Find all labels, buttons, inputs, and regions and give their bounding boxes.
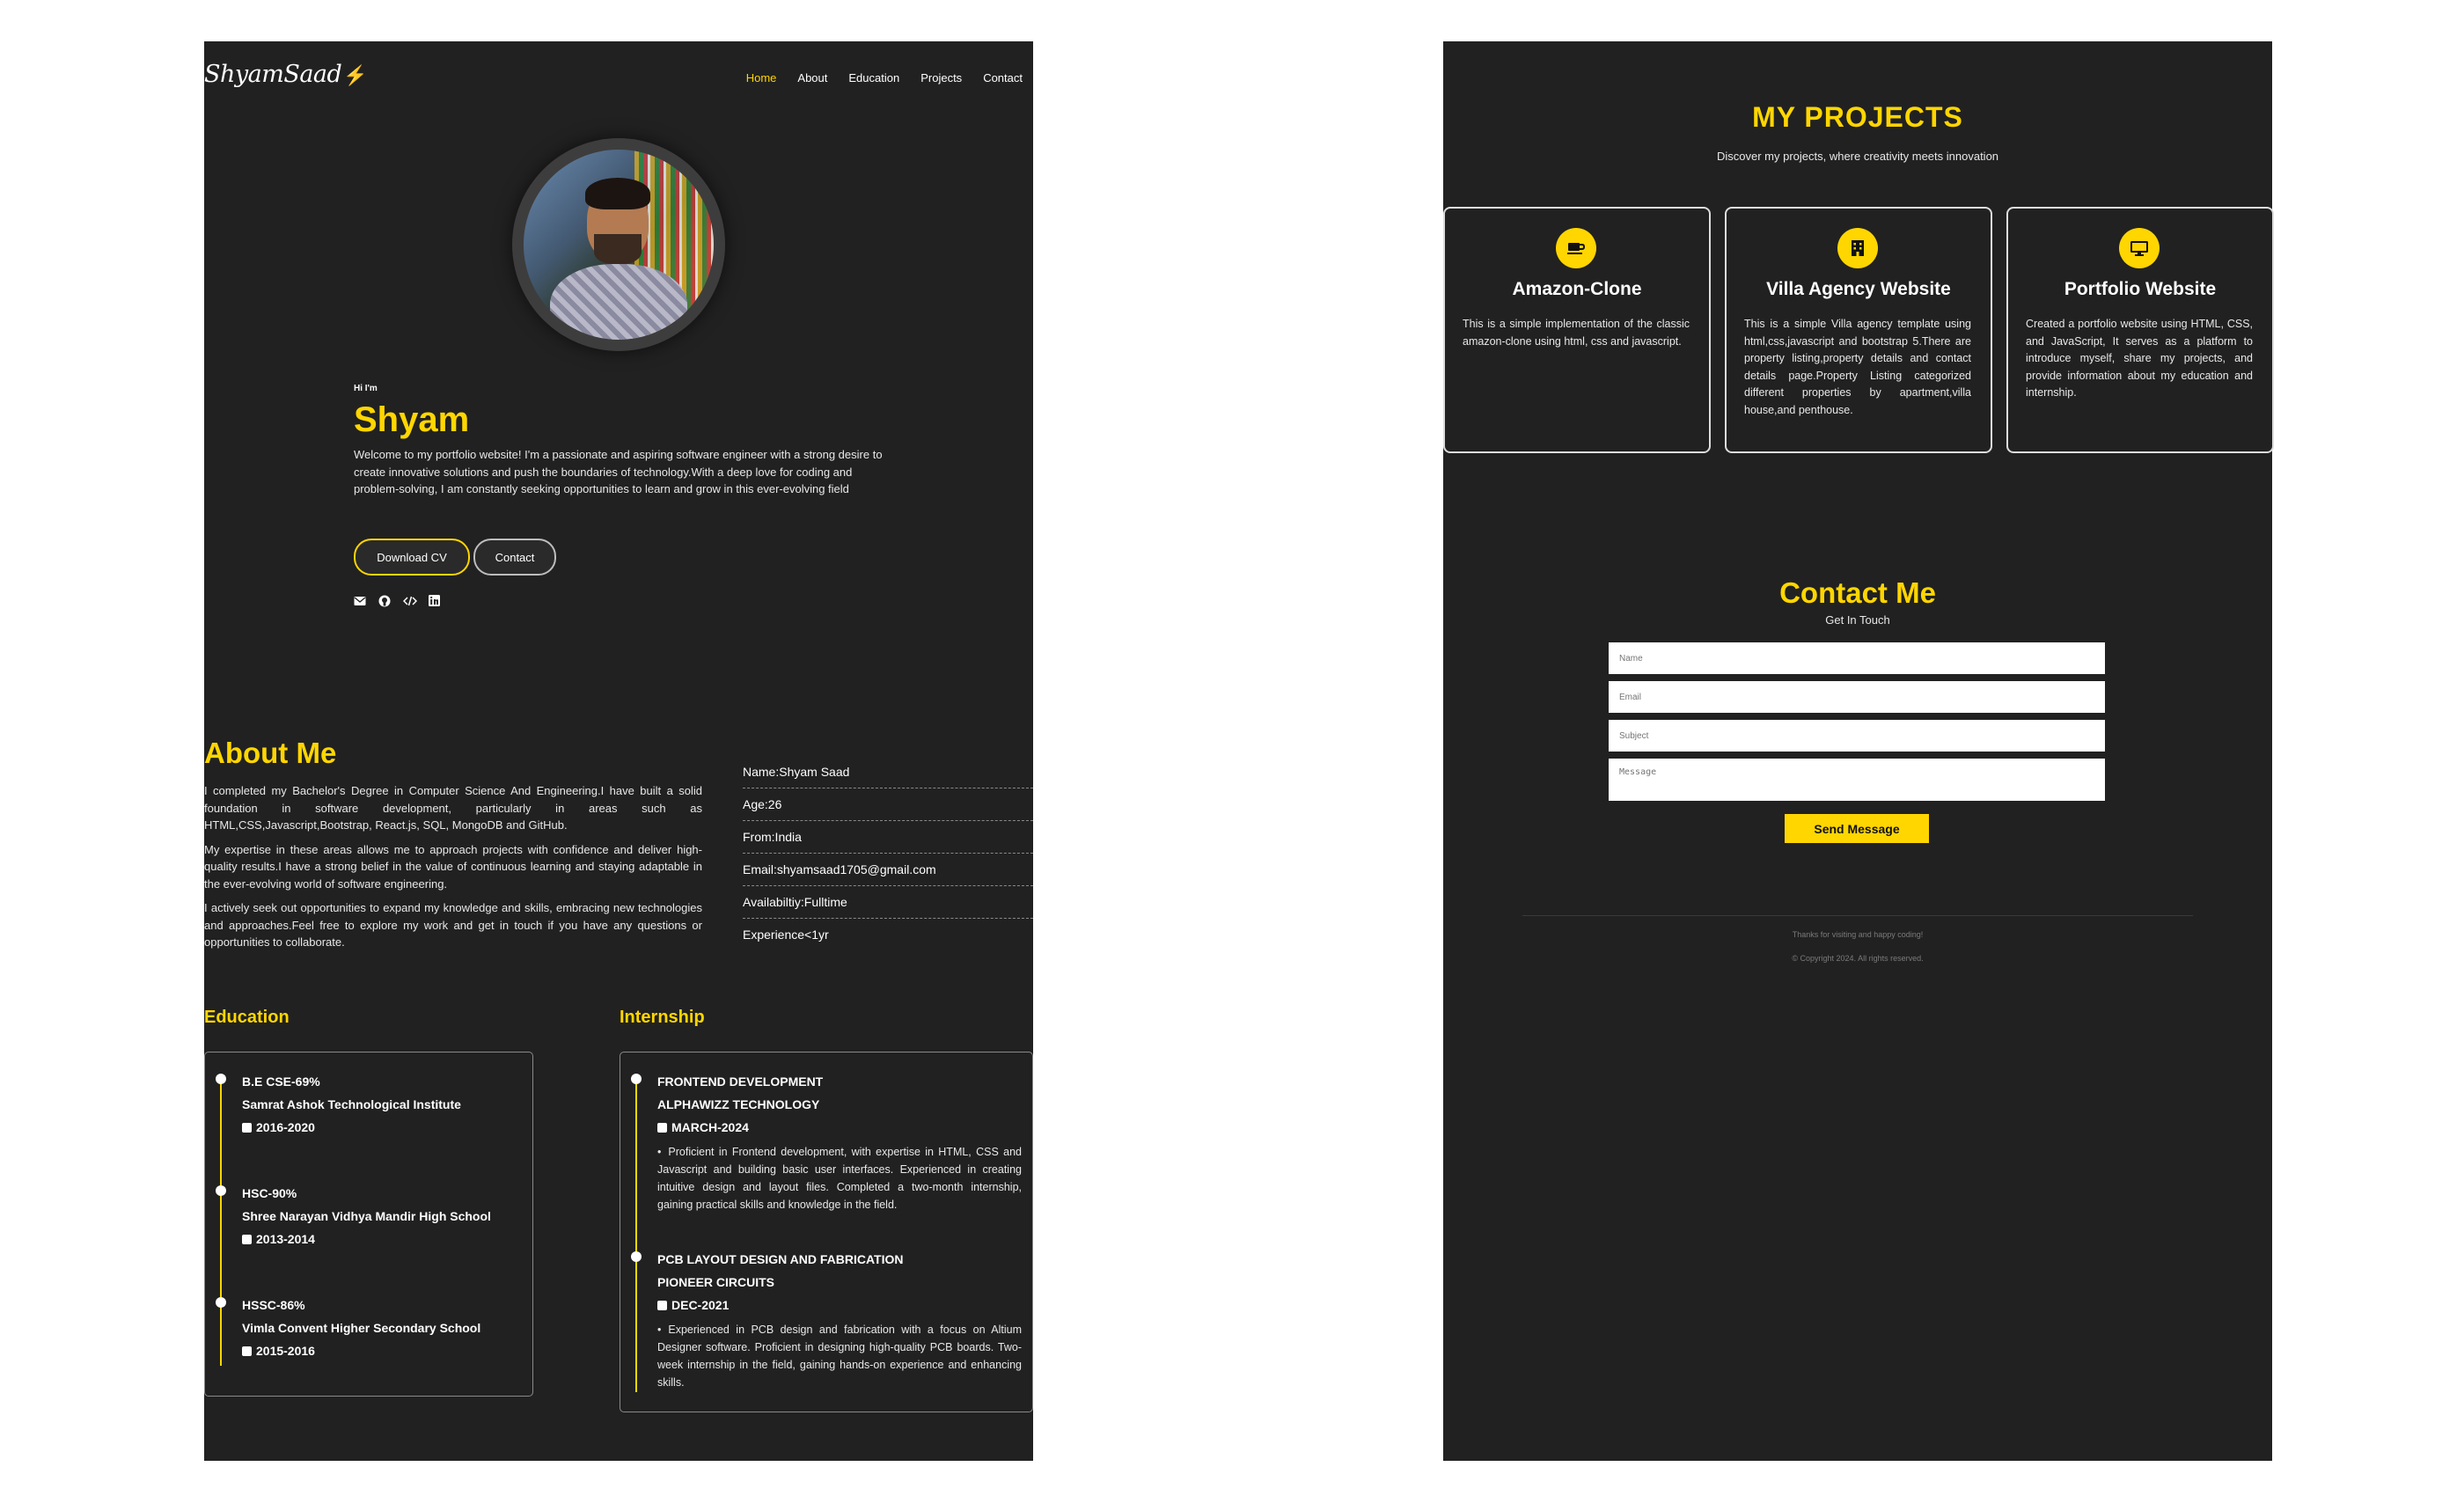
nav-item-education[interactable]: Education [848, 71, 899, 84]
internship-role: FRONTEND DEVELOPMENT [657, 1074, 824, 1089]
projects-subtitle: Discover my projects, where creativity m… [1716, 150, 1999, 163]
calendar-icon [242, 1346, 252, 1356]
monitor-icon [2119, 228, 2160, 268]
nav-item-home[interactable]: Home [746, 71, 777, 84]
calendar-icon [242, 1123, 252, 1133]
timeline-dot [216, 1297, 226, 1308]
education-item: B.E CSE-69% Samrat Ashok Technological I… [242, 1074, 461, 1143]
message-field[interactable] [1609, 759, 2105, 801]
education-years: 2016-2020 [256, 1120, 315, 1134]
info-email: Email:shyamsaad1705@gmail.com [743, 854, 1033, 886]
project-card-portfolio[interactable]: Portfolio Website Created a portfolio we… [2006, 207, 2274, 453]
education-degree: HSC-90% [242, 1186, 297, 1200]
about-paragraph: My expertise in these areas allows me to… [204, 842, 702, 891]
education-school: Shree Narayan Vidhya Mandir High School [242, 1209, 491, 1223]
profile-photo-frame [512, 138, 725, 351]
education-degree: HSSC-86% [242, 1298, 305, 1312]
about-text: I completed my Bachelor's Degree in Comp… [204, 782, 702, 958]
internship-role: PCB LAYOUT DESIGN AND FABRICATION [657, 1252, 904, 1266]
about-paragraph: I actively seek out opportunities to exp… [204, 901, 702, 949]
project-description: This is a simple Villa agency template u… [1744, 318, 1971, 416]
internship-timeline: FRONTEND DEVELOPMENT ALPHAWIZZ TECHNOLOG… [620, 1052, 1033, 1412]
project-description: Created a portfolio website using HTML, … [2026, 318, 2253, 399]
calendar-icon [657, 1123, 667, 1133]
internship-company: PIONEER CIRCUITS [657, 1275, 775, 1289]
social-links [354, 595, 440, 610]
internship-title: Internship [620, 1008, 705, 1027]
education-school: Vimla Convent Higher Secondary School [242, 1321, 481, 1335]
hero-name: Shyam [354, 400, 470, 439]
info-from: From:India [743, 821, 1033, 854]
timeline-dot [631, 1251, 642, 1262]
bolt-icon: ⚡ [343, 65, 368, 87]
info-age: Age:26 [743, 788, 1033, 821]
nav-item-about[interactable]: About [797, 71, 827, 84]
timeline-dot [216, 1074, 226, 1084]
linkedin-icon[interactable] [428, 595, 440, 610]
nav-item-contact[interactable]: Contact [983, 71, 1023, 84]
project-card-amazon-clone[interactable]: Amazon-Clone This is a simple implementa… [1443, 207, 1711, 453]
calendar-icon [657, 1301, 667, 1310]
internship-description: • Proficient in Frontend development, wit… [657, 1146, 1022, 1211]
internship-item: PCB LAYOUT DESIGN AND FABRICATION PIONEE… [657, 1252, 1022, 1400]
mail-icon[interactable] [354, 595, 366, 610]
education-title: Education [204, 1008, 290, 1027]
footer-copyright: © Copyright 2024. All rights reserved. [1792, 954, 1924, 963]
education-item: HSSC-86% Vimla Convent Higher Secondary … [242, 1298, 480, 1367]
coffee-cup-icon [1556, 228, 1596, 268]
education-years: 2015-2016 [256, 1344, 315, 1358]
main-nav: Home About Education Projects Contact [746, 71, 1023, 84]
building-icon [1837, 228, 1878, 268]
hero-intro: Welcome to my portfolio website! I'm a p… [354, 448, 883, 495]
internship-date: DEC-2021 [671, 1298, 730, 1312]
project-title: Villa Agency Website [1766, 279, 1951, 299]
name-field[interactable] [1609, 642, 2105, 674]
download-cv-button[interactable]: Download CV [354, 539, 470, 576]
portfolio-home-page: ShyamSaad⚡ Home About Education Projects… [204, 41, 1033, 1461]
project-description: This is a simple implementation of the c… [1463, 318, 1690, 348]
projects-title: MY PROJECTS [1752, 101, 1963, 133]
calendar-icon [242, 1235, 252, 1244]
email-field[interactable] [1609, 681, 2105, 713]
education-item: HSC-90% Shree Narayan Vidhya Mandir High… [242, 1186, 491, 1255]
subject-field[interactable] [1609, 720, 2105, 752]
about-paragraph: I completed my Bachelor's Degree in Comp… [204, 784, 702, 832]
footer-thanks: Thanks for visiting and happy coding! [1792, 930, 1924, 939]
project-title: Amazon-Clone [1512, 279, 1642, 299]
profile-photo [524, 150, 714, 340]
project-card-villa-agency[interactable]: Villa Agency Website This is a simple Vi… [1725, 207, 1992, 453]
project-title: Portfolio Website [2064, 279, 2217, 299]
internship-date: MARCH-2024 [671, 1120, 749, 1134]
info-experience: Experience<1yr [743, 928, 829, 942]
education-school: Samrat Ashok Technological Institute [242, 1097, 461, 1111]
timeline-dot [631, 1074, 642, 1084]
portfolio-projects-page: MY PROJECTS Discover my projects, where … [1443, 41, 2274, 1461]
logo[interactable]: ShyamSaad⚡ [204, 61, 368, 88]
internship-description: • Experienced in PCB design and fabricati… [657, 1324, 1022, 1389]
github-icon[interactable] [378, 595, 391, 610]
internship-item: FRONTEND DEVELOPMENT ALPHAWIZZ TECHNOLOG… [657, 1074, 1022, 1222]
timeline-dot [216, 1185, 226, 1196]
send-message-button[interactable]: Send Message [1785, 814, 1929, 843]
education-degree: B.E CSE-69% [242, 1074, 320, 1089]
info-name: Name:Shyam Saad [743, 756, 1033, 788]
education-years: 2013-2014 [256, 1232, 315, 1246]
footer-divider [1522, 915, 2193, 916]
personal-info-list: Name:Shyam Saad Age:26 From:India Email:… [743, 756, 1033, 950]
logo-text: ShyamSaad [204, 61, 342, 88]
contact-title: Contact Me [1779, 576, 1936, 609]
info-availability: Availabiltiy:Fulltime [743, 886, 1033, 919]
contact-button[interactable]: Contact [473, 539, 556, 576]
code-icon[interactable] [402, 595, 418, 610]
internship-company: ALPHAWIZZ TECHNOLOGY [657, 1097, 820, 1111]
education-timeline: B.E CSE-69% Samrat Ashok Technological I… [204, 1052, 533, 1397]
contact-subtitle: Get In Touch [1825, 613, 1890, 627]
greeting: Hi I'm [354, 384, 378, 393]
nav-item-projects[interactable]: Projects [920, 71, 962, 84]
about-title: About Me [204, 737, 337, 769]
